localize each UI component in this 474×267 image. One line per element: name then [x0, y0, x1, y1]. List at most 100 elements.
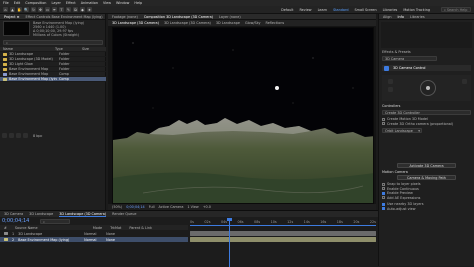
menu-composition[interactable]: Composition — [25, 1, 46, 5]
preset-field[interactable]: Create 3D Controller — [382, 110, 471, 115]
menu-file[interactable]: File — [3, 1, 9, 5]
tool-6-icon[interactable]: ▭ — [45, 7, 50, 12]
playhead-handle[interactable] — [227, 218, 232, 221]
tab-info[interactable]: Info — [398, 15, 404, 19]
checkbox[interactable] — [382, 182, 385, 186]
tool-3-icon[interactable]: 🔍 — [24, 7, 29, 12]
viewer-subtab[interactable]: 3D Landscape (3D Camera) — [164, 21, 211, 25]
menu-layer[interactable]: Layer — [51, 1, 60, 5]
tool-11-icon[interactable]: ◆ — [80, 7, 85, 12]
viewer-subtab[interactable]: 3D Landscape — [216, 21, 240, 25]
tab-libraries[interactable]: Libraries — [410, 15, 425, 19]
new-folder-icon[interactable] — [9, 133, 14, 138]
option-row[interactable]: Create 3D Ortho camera (proportional) — [382, 122, 471, 127]
search-help-input[interactable]: ⌕ Search Help — [441, 7, 471, 12]
col-type[interactable]: Type — [55, 47, 80, 51]
option-row[interactable]: Auto-adjust view — [382, 207, 471, 212]
option-row[interactable]: Add AE Expressions — [382, 196, 471, 201]
viewer-subtab[interactable]: 3D Landscape (3D Camera) — [112, 21, 159, 25]
menu-view[interactable]: View — [103, 1, 111, 5]
layer-name[interactable]: 3D Landscape — [18, 232, 80, 236]
layer-color-swatch[interactable] — [4, 232, 8, 235]
tab-footage[interactable]: Footage (none) — [112, 15, 138, 19]
exposure-value[interactable]: +0.0 — [203, 205, 211, 209]
tool-9-icon[interactable]: ✎ — [66, 7, 71, 12]
timeline-current-time[interactable]: 0;00;04;14 — [2, 218, 29, 224]
composition-canvas[interactable] — [112, 27, 374, 204]
resolution[interactable]: Full — [149, 205, 155, 209]
timeline-tab[interactable]: 3D Landscape — [29, 212, 53, 216]
tool-12-icon[interactable]: ★ — [87, 7, 92, 12]
zoom-level[interactable]: (50%) — [112, 205, 122, 209]
tool-8-icon[interactable]: T — [59, 7, 64, 12]
label-color-swatch[interactable] — [3, 77, 7, 81]
timeline-column-header[interactable]: TrkMat — [110, 226, 121, 230]
timeline-layer-row[interactable]: 2 Base Environment Map (lying) Normal None — [0, 237, 188, 242]
tab-composition[interactable]: Composition 3D Landscape (3D Camera) — [144, 15, 213, 19]
camera-view[interactable]: Active Camera — [159, 205, 184, 209]
playhead[interactable] — [229, 219, 230, 267]
bit-depth[interactable]: 8 bpc — [33, 134, 42, 138]
project-search-input[interactable]: ⌕ — [3, 40, 103, 45]
tool-7-icon[interactable]: ✒ — [52, 7, 57, 12]
layer-duration-bar[interactable] — [190, 231, 376, 236]
effects-search-input[interactable]: 3D Camera — [382, 56, 437, 61]
timeline-tab[interactable]: Render Queue — [112, 212, 136, 216]
reset-icon[interactable] — [462, 79, 467, 84]
label-color-swatch[interactable] — [3, 52, 7, 56]
interpret-footage-icon[interactable] — [2, 133, 7, 138]
tool-0-icon[interactable]: ⌂ — [3, 7, 8, 12]
col-name[interactable]: Name — [3, 47, 53, 51]
pan-icon[interactable] — [388, 79, 393, 84]
label-color-swatch[interactable] — [3, 62, 7, 66]
work-area-bar[interactable] — [190, 225, 376, 226]
workspace-review[interactable]: Review — [299, 8, 311, 12]
checkbox[interactable] — [382, 202, 385, 206]
activate-camera-button[interactable]: Activate 3D Camera — [397, 163, 456, 168]
layer-color-swatch[interactable] — [4, 238, 8, 241]
workspace-small-screen[interactable]: Small Screen — [355, 8, 377, 12]
trash-icon[interactable] — [23, 133, 28, 138]
camera-path-button[interactable]: Camera & Moving Path — [397, 175, 456, 180]
workspace-learn[interactable]: Learn — [318, 8, 327, 12]
viewer-subtab[interactable]: Reflections — [266, 21, 285, 25]
menu-window[interactable]: Window — [116, 1, 129, 5]
label-color-swatch[interactable] — [3, 57, 7, 61]
orbit-center-icon[interactable] — [426, 86, 430, 90]
checkbox[interactable] — [382, 122, 385, 126]
menu-effect[interactable]: Effect — [66, 1, 76, 5]
checkbox[interactable] — [382, 196, 385, 200]
col-size[interactable]: Size — [82, 47, 102, 51]
checkbox[interactable] — [382, 117, 385, 121]
timeline-tab[interactable]: 3D Landscape (3D Camera) — [59, 212, 107, 217]
checkbox[interactable] — [382, 191, 385, 195]
workspace-motion-tracking[interactable]: Motion Tracking — [403, 8, 430, 12]
orbit-select[interactable]: Orbit Landscape ▾ — [382, 128, 422, 133]
zoom-icon[interactable] — [388, 87, 393, 92]
menu-edit[interactable]: Edit — [14, 1, 21, 5]
timeline-column-header[interactable]: Parent & Link — [129, 226, 152, 230]
timeline-search-input[interactable]: ⌕ — [40, 219, 70, 224]
tool-10-icon[interactable]: ⧉ — [73, 7, 78, 12]
new-comp-icon[interactable] — [16, 133, 21, 138]
section-motion-camera[interactable]: Motion Camera — [382, 170, 471, 174]
layer-parent[interactable]: None — [106, 238, 115, 242]
project-item[interactable]: Base Environment Map (lying) Comp — [0, 77, 106, 82]
label-color-swatch[interactable] — [3, 72, 7, 76]
tab-project[interactable]: Project ≡ — [4, 15, 20, 19]
tool-4-icon[interactable]: ↻ — [31, 7, 36, 12]
layer-parent[interactable]: None — [106, 232, 115, 236]
menu-animation[interactable]: Animation — [81, 1, 98, 5]
layer-mode[interactable]: Normal — [84, 232, 102, 236]
menu-help[interactable]: Help — [134, 1, 142, 5]
tool-1-icon[interactable]: ▲ — [10, 7, 15, 12]
camera-nav-pad[interactable] — [382, 75, 471, 101]
tab-effect-controls[interactable]: Effect Controls Base Environment Map (ly… — [26, 15, 103, 19]
timeline-layer-row[interactable]: 1 3D Landscape Normal None — [0, 231, 188, 236]
current-time[interactable]: 0;00;04;14 — [126, 205, 145, 209]
timeline-column-header[interactable]: Mode — [93, 226, 102, 230]
workspace-libraries[interactable]: Libraries — [383, 8, 398, 12]
tool-2-icon[interactable]: ✋ — [17, 7, 22, 12]
tool-5-icon[interactable]: ✥ — [38, 7, 43, 12]
tab-align[interactable]: Align — [383, 15, 392, 19]
